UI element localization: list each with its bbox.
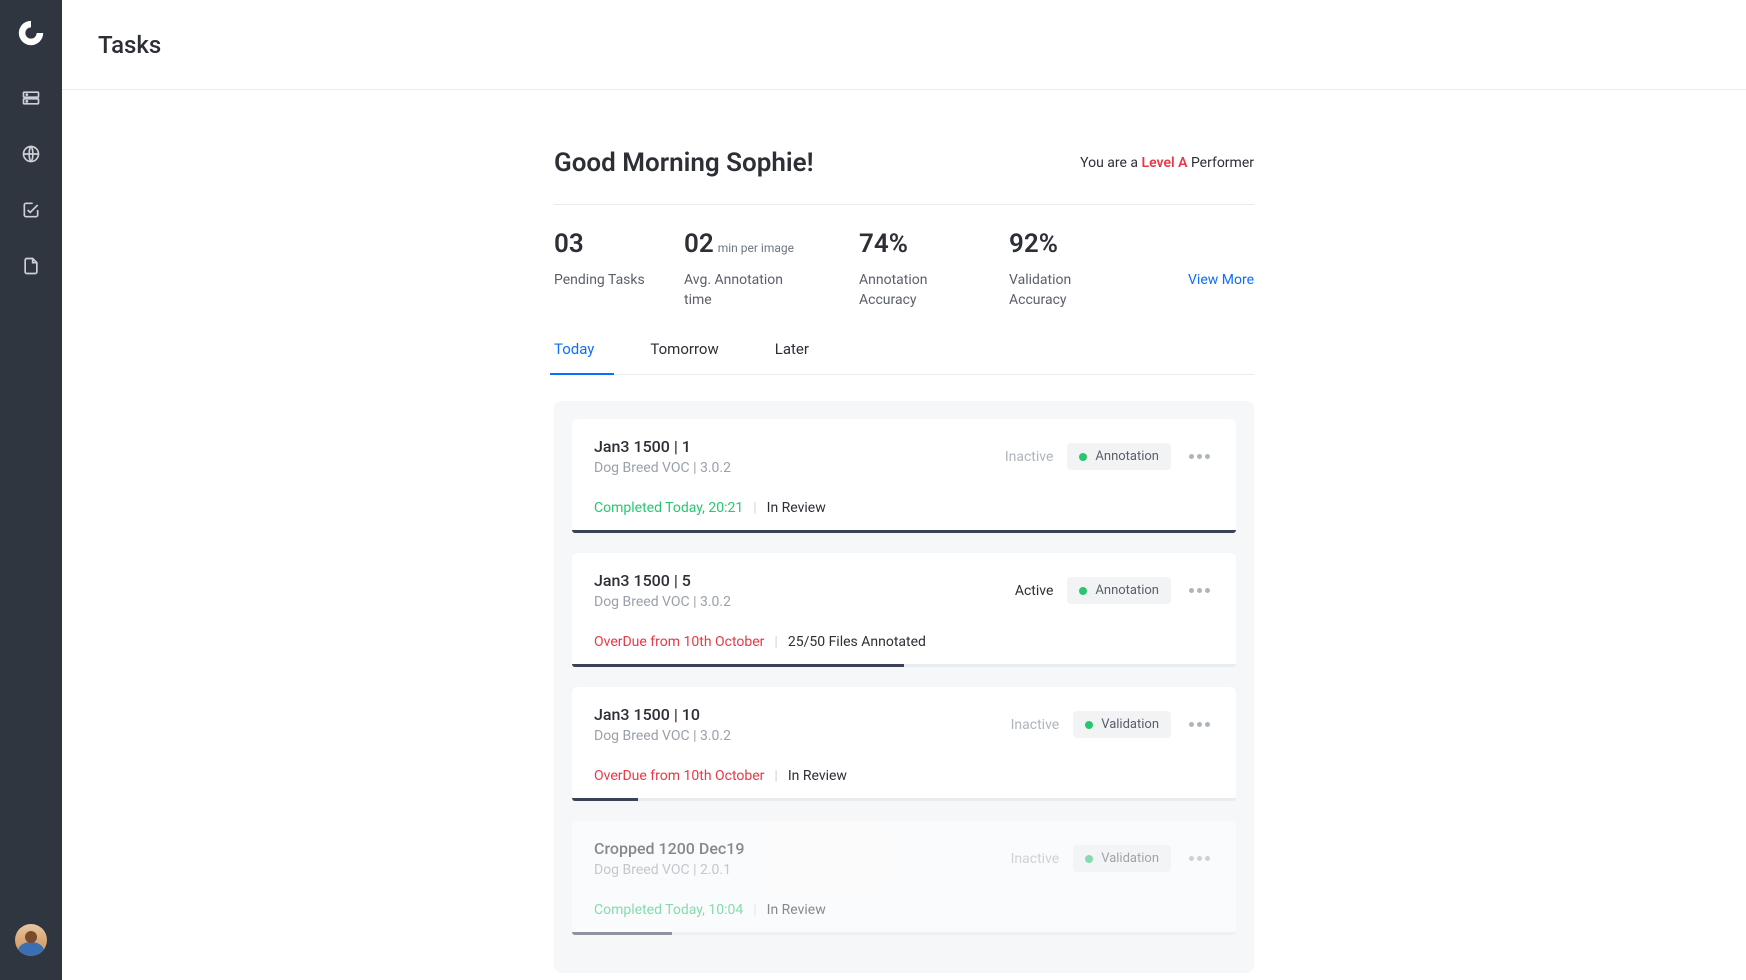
task-status-left: OverDue from 10th October [594,768,764,784]
task-status-left: OverDue from 10th October [594,634,764,650]
task-badge: Annotation [1067,443,1171,470]
badge-label: Annotation [1095,583,1159,598]
separator: | [753,500,756,516]
task-status-right: In Review [767,902,826,918]
page-title: Tasks [98,31,161,59]
stat-avg-annotation-time: 02 min per image Avg. Annotation time [684,231,859,310]
level-value: Level A [1142,155,1188,171]
nav-checkbox-icon[interactable] [19,198,43,222]
more-options-icon[interactable] [1185,718,1214,731]
task-title: Jan3 1500 | 5 [594,571,731,590]
badge-label: Validation [1101,851,1159,866]
task-subtitle: Dog Breed VOC | 2.0.1 [594,862,744,878]
greeting-text: Good Morning Sophie! [554,148,814,178]
nav-document-icon[interactable] [19,254,43,278]
task-state: Inactive [1011,717,1060,733]
task-state: Inactive [1005,449,1054,465]
status-dot-icon [1085,721,1093,729]
task-status-left: Completed Today, 10:04 [594,902,743,918]
stats-row: 03 Pending Tasks 02 min per image Avg. An… [554,205,1254,340]
task-state: Inactive [1011,851,1060,867]
task-subtitle: Dog Breed VOC | 3.0.2 [594,594,731,610]
task-status-right: In Review [788,768,847,784]
task-card[interactable]: Jan3 1500 | 5 Dog Breed VOC | 3.0.2 Acti… [572,553,1236,667]
view-more-link[interactable]: View More [1188,272,1254,288]
level-suffix: Performer [1187,155,1254,171]
level-prefix: You are a [1080,155,1141,171]
stat-validation-accuracy: 92% Validation Accuracy [1009,231,1159,310]
task-card[interactable]: Cropped 1200 Dec19 Dog Breed VOC | 2.0.1… [572,821,1236,935]
task-badge: Annotation [1067,577,1171,604]
task-title: Cropped 1200 Dec19 [594,839,744,858]
task-subtitle: Dog Breed VOC | 3.0.2 [594,728,731,744]
task-card[interactable]: Jan3 1500 | 10 Dog Breed VOC | 3.0.2 Ina… [572,687,1236,801]
status-dot-icon [1085,855,1093,863]
stat-annotation-accuracy: 74% Annotation Accuracy [859,231,1009,310]
task-status-right: In Review [767,500,826,516]
stat-value: 74% [859,231,1009,257]
tab-later[interactable]: Later [775,340,809,374]
stat-label: Annotation Accuracy [859,271,969,310]
tab-tomorrow[interactable]: Tomorrow [650,340,718,374]
task-badge: Validation [1073,711,1171,738]
progress-bar [572,798,1236,801]
main-content: Good Morning Sophie! You are a Level A P… [62,90,1746,980]
stat-value: 02 min per image [684,231,859,257]
page-header: Tasks [62,0,1746,90]
progress-bar [572,530,1236,533]
progress-bar [572,664,1236,667]
task-card[interactable]: Jan3 1500 | 1 Dog Breed VOC | 3.0.2 Inac… [572,419,1236,533]
task-state: Active [1015,583,1054,599]
separator: | [774,634,777,650]
badge-label: Validation [1101,717,1159,732]
nav-servers-icon[interactable] [19,86,43,110]
status-dot-icon [1079,587,1087,595]
stat-unit: min per image [718,241,794,255]
app-logo [16,18,46,48]
stat-value: 03 [554,231,684,257]
stat-label: Avg. Annotation time [684,271,794,310]
user-avatar[interactable] [15,924,47,956]
stat-label: Validation Accuracy [1009,271,1119,310]
task-badge: Validation [1073,845,1171,872]
sidebar [0,0,62,980]
separator: | [753,902,756,918]
status-dot-icon [1079,453,1087,461]
more-options-icon[interactable] [1185,450,1214,463]
stat-number: 02 [684,229,714,259]
tabs: Today Tomorrow Later [554,340,1254,375]
task-title: Jan3 1500 | 1 [594,437,731,456]
nav-globe-icon[interactable] [19,142,43,166]
separator: | [774,768,777,784]
task-status-right: 25/50 Files Annotated [788,634,926,650]
more-options-icon[interactable] [1185,584,1214,597]
stat-pending-tasks: 03 Pending Tasks [554,231,684,291]
progress-bar [572,932,1236,935]
stat-label: Pending Tasks [554,271,664,291]
badge-label: Annotation [1095,449,1159,464]
tab-today[interactable]: Today [554,340,594,374]
stat-value: 92% [1009,231,1159,257]
task-title: Jan3 1500 | 10 [594,705,731,724]
task-subtitle: Dog Breed VOC | 3.0.2 [594,460,731,476]
performer-level: You are a Level A Performer [1080,155,1254,171]
more-options-icon[interactable] [1185,852,1214,865]
task-status-left: Completed Today, 20:21 [594,500,743,516]
greeting-row: Good Morning Sophie! You are a Level A P… [554,148,1254,205]
tasks-list: Jan3 1500 | 1 Dog Breed VOC | 3.0.2 Inac… [554,401,1254,973]
